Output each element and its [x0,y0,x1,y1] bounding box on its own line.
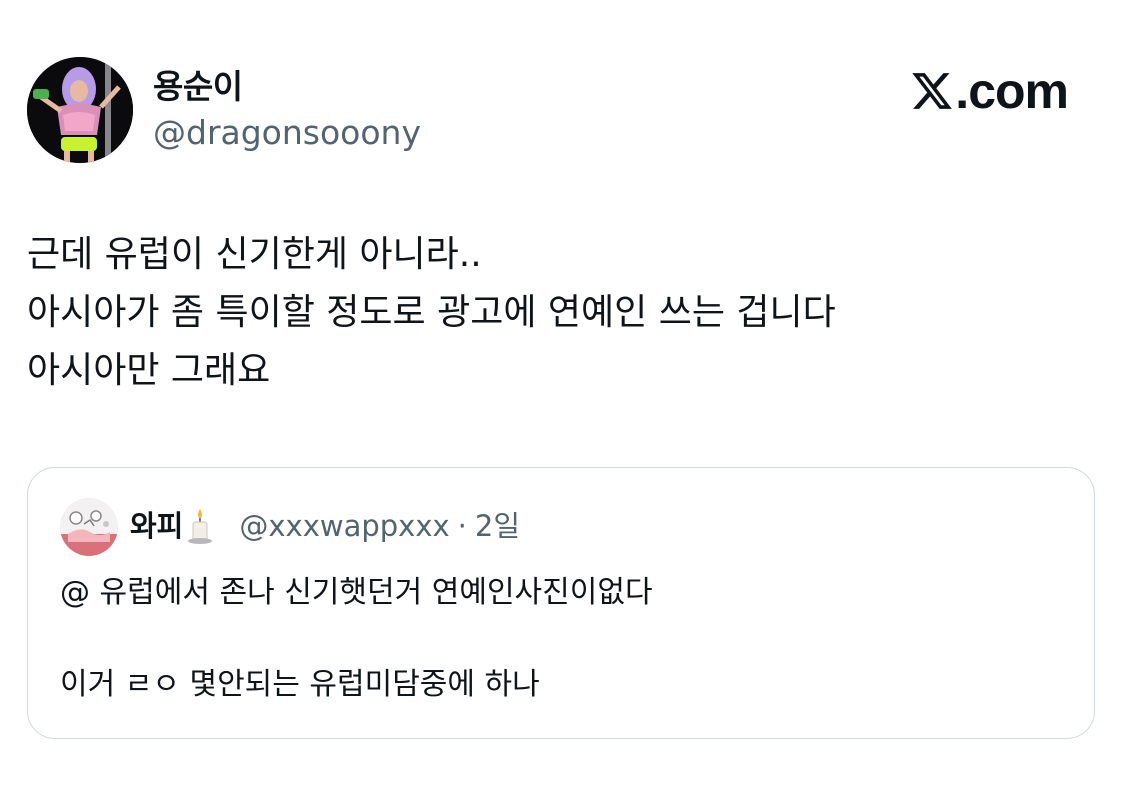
x-com-logo: .com [910,63,1069,119]
quoted-tweet-text: @ 유럽에서 존나 신기햇던거 연예인사진이없다 이거 ㄹㅇ 몇안되는 유럽미담… [60,570,1060,708]
tweet-text-line: 아시아만 그래요 [27,350,271,391]
quoted-author-handle[interactable]: @xxxwappxxx [239,506,449,546]
author-avatar[interactable] [27,57,133,163]
quoted-tweet-card[interactable]: 와피 @xxxwappxxx · 2일 @ 유럽에서 존나 신기햇던거 연예인사… [27,467,1095,739]
quoted-profile-photo-icon [60,498,118,556]
x-logo-icon [912,73,953,109]
tweet-text-line: 근데 유럽이 신기한게 아니라.. [27,234,482,275]
author-handle[interactable]: @dragonsooony [153,113,421,153]
profile-photo-icon [27,57,133,163]
quoted-text-blank-line [60,616,1060,662]
author-display-name[interactable]: 용순이 [153,67,243,107]
tweet-text-line: 아시아가 좀 특이할 정도로 광고에 연예인 쓰는 겁니다 [27,292,836,333]
tweet-text: 근데 유럽이 신기한게 아니라.. 아시아가 좀 특이할 정도로 광고에 연예인… [27,226,1087,400]
quoted-tweet-timestamp[interactable]: 2일 [475,506,520,546]
quoted-tweet-header: 와피 @xxxwappxxx · 2일 [130,506,520,546]
domain-text: .com [955,63,1069,119]
quoted-author-display-name[interactable]: 와피 [130,506,183,546]
quoted-text-line: @ 유럽에서 존나 신기햇던거 연예인사진이없다 [60,575,653,610]
quoted-author-avatar[interactable] [60,498,118,556]
separator-dot: · [457,509,467,543]
candle-icon [188,509,213,544]
quoted-text-line: 이거 ㄹㅇ 몇안되는 유럽미담중에 하나 [60,667,540,702]
